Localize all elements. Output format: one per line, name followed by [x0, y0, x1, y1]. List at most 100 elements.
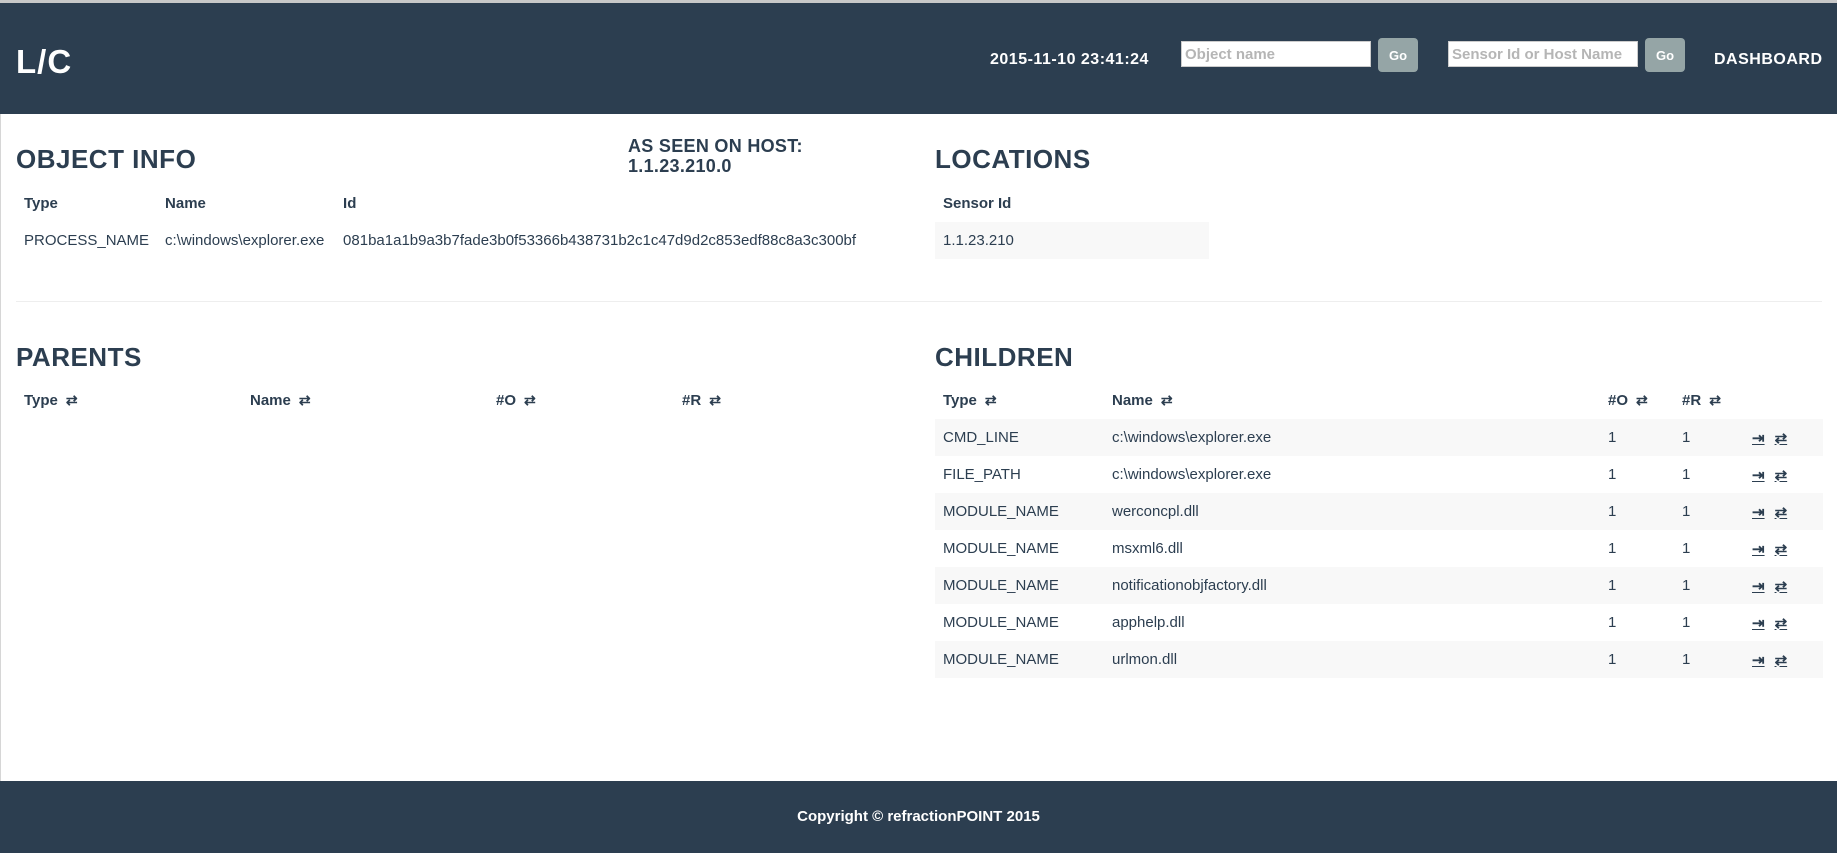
child-type: MODULE_NAME: [943, 540, 1059, 557]
sensor-search-go-button[interactable]: Go: [1645, 38, 1685, 72]
children-table: Type ⇄ Name ⇄ #O ⇄ #R ⇄ CMD_LINE c:\windows\…: [935, 382, 1823, 678]
table-row: MODULE_NAME msxml6.dll 1 1 ⇥ ⇄: [935, 530, 1823, 567]
object-info-title: OBJECT INFO: [16, 144, 197, 174]
object-info-row: PROCESS_NAME c:\windows\explorer.exe 081…: [16, 222, 864, 259]
transfer-icon[interactable]: ⇄: [1775, 466, 1788, 484]
location-sensor-id[interactable]: 1.1.23.210: [935, 222, 1209, 259]
sort-icon[interactable]: ⇄: [299, 392, 311, 409]
table-row: MODULE_NAME apphelp.dll 1 1 ⇥ ⇄: [935, 604, 1823, 641]
child-actions: ⇥ ⇄: [1744, 604, 1823, 641]
transfer-icon[interactable]: ⇄: [1775, 503, 1788, 521]
host-info: AS SEEN ON HOST: 1.1.23.210.0: [628, 136, 803, 176]
children-col-o[interactable]: #O ⇄: [1600, 382, 1674, 419]
child-name: notificationobjfactory.dll: [1104, 567, 1600, 604]
host-value: 1.1.23.210.0: [628, 156, 732, 176]
parents-col-o[interactable]: #O ⇄: [488, 382, 674, 419]
dashboard-link[interactable]: DASHBOARD: [1714, 51, 1823, 69]
child-r-count: 1: [1674, 567, 1744, 604]
child-type: CMD_LINE: [935, 419, 1104, 456]
login-icon[interactable]: ⇥: [1752, 651, 1765, 669]
parents-col-r[interactable]: #R ⇄: [674, 382, 840, 419]
object-info-id: 081ba1a1b9a3b7fade3b0f53366b438731b2c1c4…: [343, 232, 857, 249]
login-icon[interactable]: ⇥: [1752, 540, 1765, 558]
children-col-r[interactable]: #R ⇄: [1674, 382, 1744, 419]
transfer-icon[interactable]: ⇄: [1775, 614, 1788, 632]
login-icon[interactable]: ⇥: [1752, 466, 1765, 484]
object-info-col-id: Id: [343, 195, 357, 212]
locations-table: Sensor Id 1.1.23.210: [935, 185, 1209, 259]
object-search-go-button[interactable]: Go: [1378, 38, 1418, 72]
object-info-name: c:\windows\explorer.exe: [165, 232, 325, 249]
sort-icon[interactable]: ⇄: [1161, 392, 1173, 409]
locations-col-sensor-id: Sensor Id: [943, 195, 1012, 212]
child-name: urlmon.dll: [1104, 641, 1600, 678]
sort-icon[interactable]: ⇄: [524, 392, 536, 409]
child-actions: ⇥ ⇄: [1744, 419, 1823, 456]
sensor-search-input[interactable]: [1448, 41, 1638, 67]
login-icon[interactable]: ⇥: [1752, 503, 1765, 521]
parents-col-name[interactable]: Name ⇄: [242, 382, 488, 419]
table-row: CMD_LINE c:\windows\explorer.exe 1 1 ⇥ ⇄: [935, 419, 1823, 456]
object-info-table: Type Name Id PROCESS_NAME c:\windows\exp…: [16, 185, 864, 259]
child-r-count: 1: [1674, 419, 1744, 456]
child-r-count: 1: [1674, 641, 1744, 678]
transfer-icon[interactable]: ⇄: [1775, 577, 1788, 595]
table-row: MODULE_NAME notificationobjfactory.dll 1…: [935, 567, 1823, 604]
sort-icon[interactable]: ⇄: [66, 392, 78, 409]
transfer-icon[interactable]: ⇄: [1775, 540, 1788, 558]
child-r-count: 1: [1674, 493, 1744, 530]
children-col-actions: [1744, 382, 1823, 419]
child-actions: ⇥ ⇄: [1744, 641, 1823, 678]
copyright-text: Copyright © refractionPOINT 2015: [797, 808, 1040, 825]
child-name: msxml6.dll: [1112, 540, 1183, 557]
sort-icon[interactable]: ⇄: [1709, 392, 1721, 409]
login-icon[interactable]: ⇥: [1752, 614, 1765, 632]
table-row: FILE_PATH c:\windows\explorer.exe 1 1 ⇥ ⇄: [935, 456, 1823, 493]
parents-table: Type ⇄ Name ⇄ #O ⇄ #R ⇄: [16, 382, 840, 419]
child-o-count: 1: [1608, 466, 1617, 483]
children-title: CHILDREN: [935, 342, 1074, 372]
child-o-count: 1: [1600, 641, 1674, 678]
child-name: werconcpl.dll: [1104, 493, 1600, 530]
child-o-count: 1: [1600, 493, 1674, 530]
location-row: 1.1.23.210: [935, 222, 1209, 259]
child-actions: ⇥ ⇄: [1744, 530, 1823, 567]
parents-col-type[interactable]: Type ⇄: [16, 382, 242, 419]
table-row: MODULE_NAME urlmon.dll 1 1 ⇥ ⇄: [935, 641, 1823, 678]
host-label: AS SEEN ON HOST:: [628, 136, 803, 156]
sort-icon[interactable]: ⇄: [1636, 392, 1648, 409]
sort-icon[interactable]: ⇄: [985, 392, 997, 409]
object-info-col-type: Type: [24, 195, 58, 212]
child-actions: ⇥ ⇄: [1744, 456, 1823, 493]
sort-icon[interactable]: ⇄: [709, 392, 721, 409]
parents-title: PARENTS: [16, 342, 142, 372]
child-name: c:\windows\explorer.exe: [1112, 466, 1272, 483]
child-o-count: 1: [1608, 614, 1617, 631]
object-info-type: PROCESS_NAME: [24, 232, 150, 249]
child-actions: ⇥ ⇄: [1744, 493, 1823, 530]
child-type: MODULE_NAME: [943, 614, 1059, 631]
child-actions: ⇥ ⇄: [1744, 567, 1823, 604]
child-r-count: 1: [1682, 466, 1691, 483]
child-type: MODULE_NAME: [935, 641, 1104, 678]
object-name-input[interactable]: [1181, 41, 1371, 67]
header-bar: L/C 2015-11-10 23:41:24 Go Go DASHBOARD: [0, 3, 1837, 114]
child-r-count: 1: [1682, 614, 1691, 631]
child-type: FILE_PATH: [943, 466, 1021, 483]
logo[interactable]: L/C: [16, 43, 72, 81]
child-type: MODULE_NAME: [935, 567, 1104, 604]
login-icon[interactable]: ⇥: [1752, 429, 1765, 447]
child-type: MODULE_NAME: [935, 493, 1104, 530]
child-r-count: 1: [1682, 540, 1691, 557]
footer: Copyright © refractionPOINT 2015: [0, 781, 1837, 853]
child-name: apphelp.dll: [1112, 614, 1185, 631]
current-datetime: 2015-11-10 23:41:24: [990, 51, 1149, 68]
children-col-type[interactable]: Type ⇄: [935, 382, 1104, 419]
child-o-count: 1: [1600, 567, 1674, 604]
transfer-icon[interactable]: ⇄: [1775, 429, 1788, 447]
section-divider: [16, 301, 1822, 302]
login-icon[interactable]: ⇥: [1752, 577, 1765, 595]
transfer-icon[interactable]: ⇄: [1775, 651, 1788, 669]
child-name: c:\windows\explorer.exe: [1104, 419, 1600, 456]
children-col-name[interactable]: Name ⇄: [1104, 382, 1600, 419]
